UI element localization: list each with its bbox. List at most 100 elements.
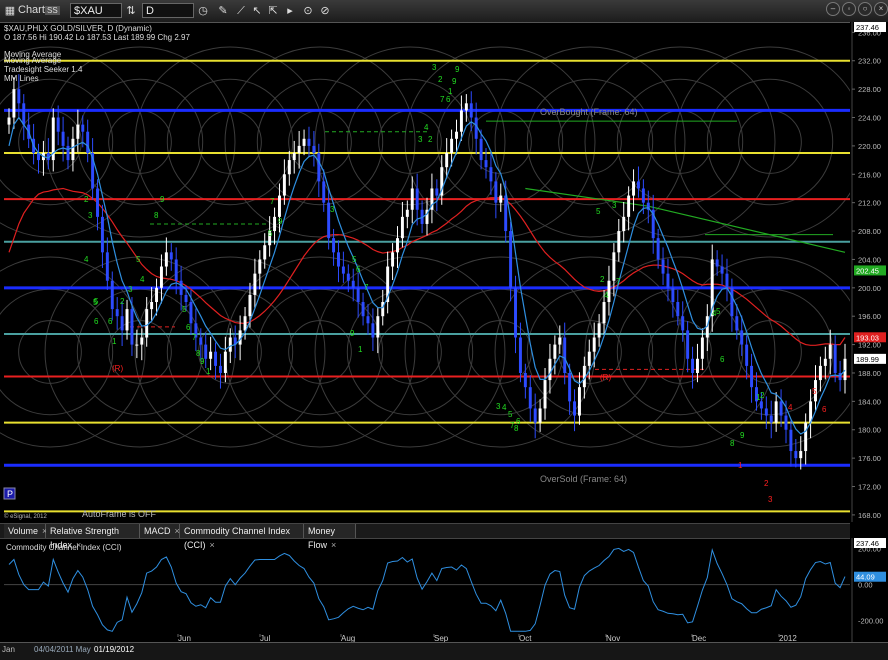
tab-macd[interactable]: MACD × (140, 524, 180, 538)
month-label-2: Aug (341, 634, 355, 642)
candle-body-150 (745, 344, 749, 366)
candle-body-98 (489, 167, 493, 182)
candle-body-0 (7, 117, 11, 125)
tab-rsi[interactable]: Relative Strength Index × (46, 524, 140, 550)
candle-body-61 (307, 138, 311, 146)
price-tick-9: 204.00 (858, 255, 881, 264)
chart-window-icon: ▦ (4, 5, 16, 17)
candle-body-48 (243, 316, 247, 331)
seeker-green-2: 3 (432, 63, 437, 72)
candle-body-75 (376, 316, 380, 338)
candle-body-51 (258, 259, 262, 274)
window-title: Chart (18, 4, 45, 16)
candle-body-93 (464, 103, 468, 111)
candle-body-113 (563, 337, 567, 373)
tab-volume[interactable]: Volume × (4, 524, 47, 538)
tab-cci[interactable]: Commodity Channel Index (CCI) × (180, 524, 304, 550)
candle-body-133 (661, 259, 665, 274)
seeker-green-50: 2 (84, 195, 89, 204)
frame-circle-0-5-2 (468, 110, 532, 174)
candle-body-55 (277, 195, 281, 217)
price-chart[interactable]: 123967943 298543261565678193567913 4567 853… (0, 22, 888, 522)
candle-body-19 (100, 216, 104, 253)
interval-input[interactable]: D (142, 3, 194, 18)
seeker-red-6: 5 (812, 387, 817, 396)
month-label-6: Dec (692, 634, 706, 642)
frame-circle-1-5-0 (404, 256, 596, 448)
frame-circle-1-4-0 (314, 256, 506, 448)
play-icon[interactable]: ▸ (283, 4, 297, 18)
seeker-red-4: 3 (768, 495, 773, 504)
candle-body-141 (700, 337, 704, 359)
candle-body-91 (455, 131, 458, 139)
ohlc-readout: O 187.56 Hi 190.42 Lo 187.53 Last 189.99… (4, 33, 190, 42)
close-icon[interactable]: × (874, 2, 888, 16)
minimize-icon[interactable]: – (826, 2, 840, 16)
candle-body-52 (263, 245, 267, 260)
seeker-green-45: 9 (740, 431, 745, 440)
symbol-menu-icon[interactable]: ⇅ (124, 4, 138, 18)
candle-body-66 (332, 238, 336, 253)
candle-body-99 (494, 181, 498, 203)
candle-body-119 (592, 337, 596, 352)
pencil-icon[interactable]: ✎ (216, 4, 230, 18)
frame-circle-0-8-0 (674, 46, 866, 238)
tab-money-flow[interactable]: Money Flow × (304, 524, 356, 550)
restore-icon[interactable]: ◦ (842, 2, 856, 16)
month-label-4: Oct (519, 634, 532, 642)
cursor-icon[interactable]: ↖ (250, 4, 264, 18)
candle-body-27 (140, 337, 144, 345)
seeker-green-10: 9 (160, 195, 165, 204)
seeker-red-3: 2 (764, 479, 769, 488)
price-badge-text-0: 237.46 (856, 23, 879, 32)
candle-body-70 (351, 280, 355, 288)
candle-body-135 (671, 287, 675, 303)
clock-icon[interactable]: ◷ (196, 4, 210, 18)
symbol-input[interactable]: $XAU (70, 3, 122, 18)
autoframe-label: AutoFrame is OFF (82, 509, 157, 519)
price-badge-text-1: 202.45 (856, 266, 879, 275)
seeker-red-1: (R) (600, 373, 611, 382)
candle-body-146 (725, 273, 729, 288)
candle-body-110 (548, 358, 552, 381)
cursor-alt-icon[interactable]: ⇱ (266, 4, 280, 18)
candle-body-78 (391, 252, 395, 267)
candle-body-21 (110, 280, 114, 310)
candle-body-54 (273, 216, 277, 232)
date-range-end: 01/19/2012 (94, 645, 135, 654)
candle-body-62 (312, 145, 316, 153)
candle-body-140 (695, 358, 699, 373)
candle-body-145 (720, 266, 724, 274)
seeker-green-14: 3 (128, 285, 133, 294)
seeker-green-13: 4 (140, 275, 145, 284)
candle-body-116 (577, 387, 581, 416)
maximize-icon[interactable]: ○ (858, 2, 872, 16)
candle-body-31 (159, 266, 163, 288)
price-tick-10: 208.00 (858, 227, 881, 236)
price-tick-3: 180.00 (858, 426, 881, 435)
link-icon[interactable]: ⊘ (318, 4, 332, 18)
candle-body-128 (636, 181, 640, 189)
candle-body-107 (533, 408, 537, 423)
price-tick-11: 212.00 (858, 199, 881, 208)
candle-body-44 (223, 351, 227, 373)
price-tick-13: 220.00 (858, 142, 881, 151)
candle-body-39 (199, 337, 203, 345)
seeker-green-49: 5 (716, 307, 721, 316)
p-button-label: P (7, 489, 13, 499)
price-tick-15: 228.00 (858, 85, 881, 94)
frame-circle-0-1-1 (76, 78, 204, 206)
candle-body-50 (253, 273, 257, 295)
cci-chart[interactable]: -200.000.00200.00237.4644.09Jun Jul Aug Sep… (0, 538, 888, 642)
seeker-green-44: 8 (730, 439, 735, 448)
price-tick-0: 168.00 (858, 511, 881, 520)
seeker-green-34: 5 (508, 410, 513, 419)
price-tick-4: 184.00 (858, 397, 881, 406)
seeker-green-3: 9 (452, 77, 457, 86)
seeker-green-42: 7 (616, 277, 621, 286)
frame-circle-1-1-2 (108, 320, 172, 384)
frame-circle-0-4-1 (346, 78, 474, 206)
line-tool-icon[interactable]: ⟋ (234, 4, 248, 18)
download-icon[interactable]: ⊙ (301, 4, 315, 18)
candle-body-166 (823, 358, 827, 366)
